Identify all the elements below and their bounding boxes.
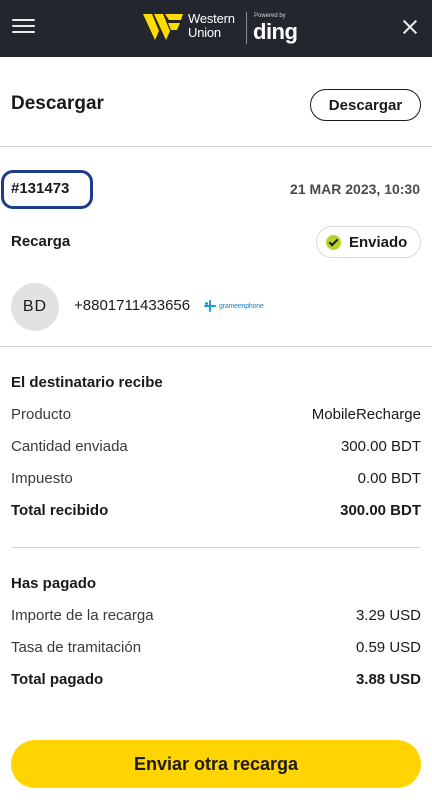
operator-logo: grameenphone: [203, 299, 264, 313]
divider: [0, 346, 432, 347]
avatar: BD: [11, 283, 59, 331]
brand-name: Western Union: [188, 11, 235, 40]
total-paid-value: 3.88 USD: [355, 671, 421, 688]
status-badge: Enviado: [316, 226, 421, 258]
grameenphone-icon: [203, 300, 217, 312]
order-id: #131473: [11, 180, 70, 197]
recipient-phone: +8801711433656: [74, 297, 191, 314]
paid-section-title: Has pagado: [11, 575, 97, 592]
top-bar: Western Union Powered by ding: [0, 0, 432, 57]
order-date: 21 MAR 2023, 10:30: [290, 181, 420, 197]
recharge-type-label: Recarga: [11, 233, 71, 250]
amount-sent-label: Cantidad enviada: [11, 438, 128, 455]
tax-value: 0.00 BDT: [357, 470, 421, 487]
divider: [11, 547, 421, 548]
total-received-label: Total recibido: [11, 502, 109, 519]
total-received-value: 300.00 BDT: [340, 502, 421, 519]
brand-divider: [246, 12, 247, 44]
amount-sent-value: 300.00 BDT: [340, 438, 421, 455]
partner-logo: ding: [253, 19, 298, 44]
processing-fee-label: Tasa de tramitación: [11, 639, 142, 656]
download-button[interactable]: Descargar: [310, 89, 421, 121]
total-paid-label: Total pagado: [11, 671, 104, 688]
page-title: Descargar: [11, 93, 104, 114]
check-circle-icon: [326, 234, 341, 250]
recipient-section-title: El destinatario recibe: [11, 374, 163, 391]
divider: [0, 146, 432, 147]
operator-name: grameenphone: [219, 302, 264, 310]
product-value: MobileRecharge: [311, 406, 421, 423]
recharge-amount-label: Importe de la recarga: [11, 607, 154, 624]
send-another-recharge-button[interactable]: Enviar otra recarga: [11, 740, 421, 788]
product-label: Producto: [11, 406, 72, 423]
processing-fee-value: 0.59 USD: [355, 639, 421, 656]
tax-label: Impuesto: [11, 470, 73, 487]
recharge-amount-value: 3.29 USD: [355, 607, 421, 624]
western-union-logo-icon: [143, 14, 183, 40]
status-text: Enviado: [349, 233, 408, 251]
close-icon[interactable]: [398, 15, 422, 39]
menu-icon[interactable]: [12, 17, 35, 35]
